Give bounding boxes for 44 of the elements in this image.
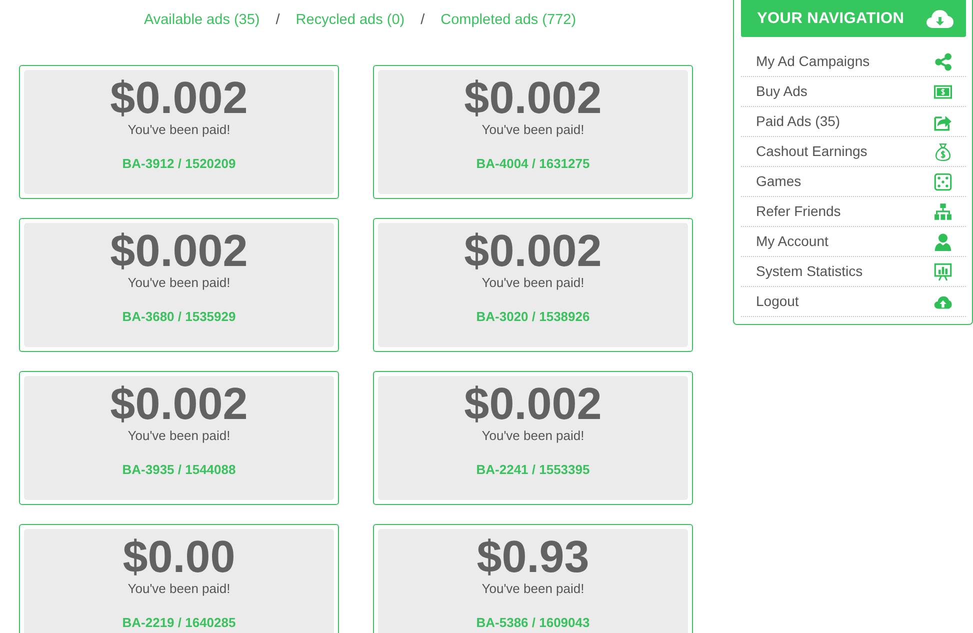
payment-status: You've been paid! [128, 581, 230, 597]
nav-link[interactable]: System Statistics [741, 257, 966, 287]
ad-reference: BA-5386 / 1609043 [476, 615, 590, 631]
nav-link[interactable]: Refer Friends [741, 197, 966, 227]
share-nodes-icon [934, 52, 952, 70]
cloud-download-icon [926, 8, 954, 30]
ad-amount: $0.002 [464, 225, 602, 277]
ad-reference: BA-4004 / 1631275 [476, 156, 590, 172]
payment-status: You've been paid! [128, 275, 230, 291]
ad-amount: $0.002 [110, 225, 248, 277]
user-icon [934, 232, 952, 250]
nav-link[interactable]: Cashout Earnings [741, 137, 966, 167]
ad-reference: BA-2219 / 1640285 [122, 615, 236, 631]
payment-status: You've been paid! [482, 275, 584, 291]
separator-slash: / [420, 11, 425, 30]
ad-reference: BA-2241 / 1553395 [476, 462, 590, 478]
payment-status: You've been paid! [482, 122, 584, 138]
nav-link[interactable]: Buy Ads [741, 77, 966, 107]
ad-amount: $0.002 [464, 378, 602, 430]
nav-link[interactable]: My Ad Campaigns [741, 47, 966, 77]
ad-reference: BA-3020 / 1538926 [476, 309, 590, 325]
ad-reference: BA-3680 / 1535929 [122, 309, 236, 325]
ad-amount: $0.00 [122, 531, 236, 583]
ad-amount: $0.93 [476, 531, 590, 583]
ad-amount: $0.002 [110, 72, 248, 124]
separator-slash: / [276, 11, 280, 30]
presentation-chart-icon [934, 262, 952, 280]
dice-icon [934, 172, 952, 190]
money-bag-icon [934, 142, 952, 160]
ad-amount: $0.002 [464, 72, 602, 124]
ad-reference: BA-3912 / 1520209 [122, 156, 236, 172]
nav-link[interactable]: Paid Ads (35) [741, 107, 966, 137]
payment-status: You've been paid! [128, 428, 230, 444]
payment-status: You've been paid! [482, 428, 584, 444]
money-bill-icon [934, 82, 952, 100]
nav-link[interactable]: Logout [741, 287, 966, 317]
navigation-title: YOUR NAVIGATION [757, 8, 904, 29]
payment-status: You've been paid! [482, 581, 584, 597]
nav-link[interactable]: My Account [741, 227, 966, 257]
payment-status: You've been paid! [128, 122, 230, 138]
ad-amount: $0.002 [110, 378, 248, 430]
nav-link[interactable]: Games [741, 167, 966, 197]
sitemap-icon [934, 202, 952, 220]
ad-reference: BA-3935 / 1544088 [122, 462, 236, 478]
